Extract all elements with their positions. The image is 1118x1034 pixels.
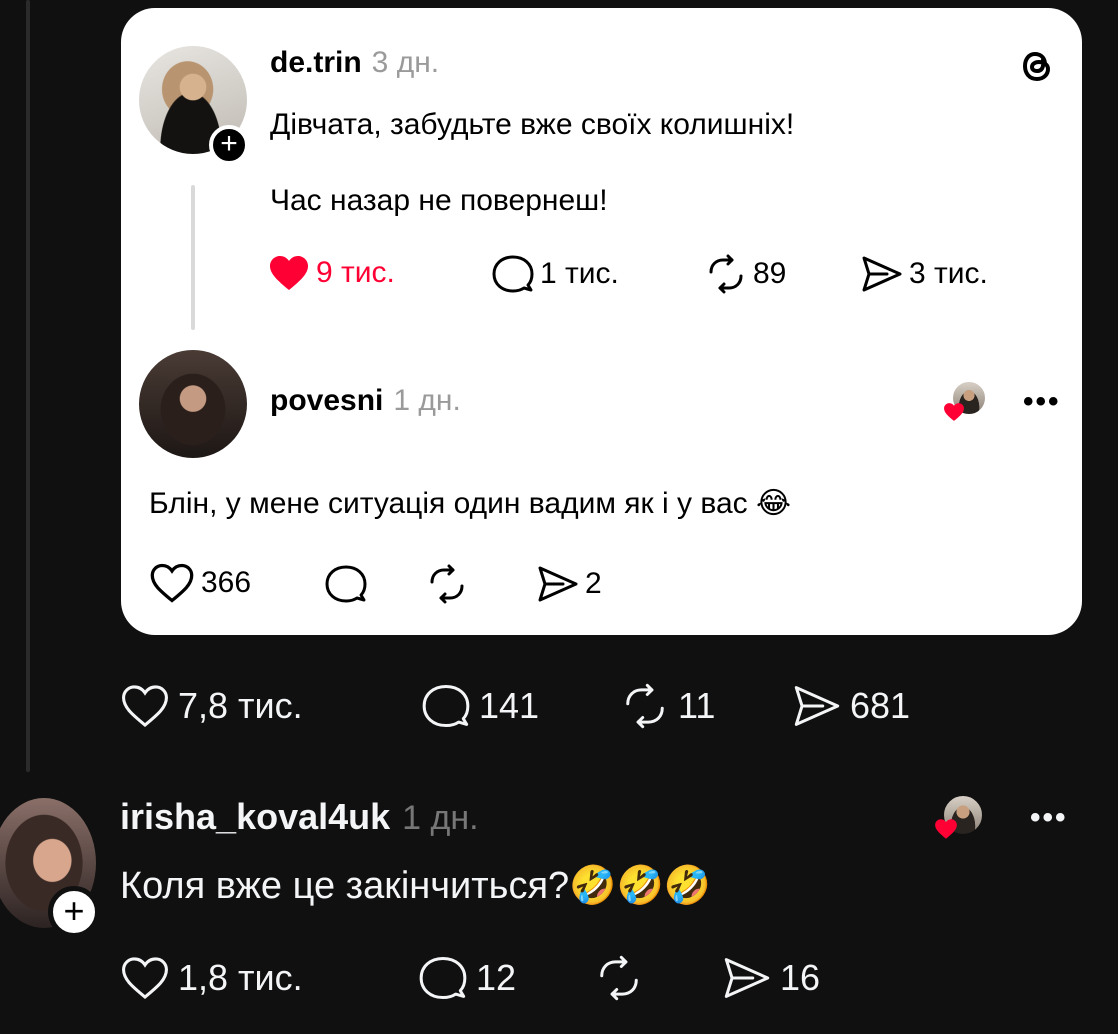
comment-like-button[interactable]: 1,8 тис. xyxy=(120,955,303,1001)
send-icon xyxy=(794,686,840,726)
comment-icon xyxy=(422,684,470,728)
post-like-button[interactable]: 7,8 тис. xyxy=(120,683,303,729)
post-reply-button[interactable]: 141 xyxy=(421,683,539,729)
comment-reply-count: 12 xyxy=(476,957,517,998)
more-options-icon[interactable]: ••• xyxy=(1023,387,1061,417)
more-options-icon[interactable]: ••• xyxy=(1030,803,1068,833)
post-reply-count: 141 xyxy=(479,685,540,726)
post-text-line1: Дівчата, забудьте вже своїх колишніх! xyxy=(270,108,795,141)
follow-plus-icon[interactable]: + xyxy=(209,125,249,165)
post-header: de.trin 3 дн. xyxy=(270,46,439,80)
reply-share-button[interactable]: 2 xyxy=(537,564,602,604)
reply-count: 1 тис. xyxy=(540,257,619,290)
repost-icon xyxy=(709,254,743,294)
post-share-count: 681 xyxy=(850,685,911,726)
heart-filled-icon xyxy=(944,403,964,421)
heart-filled-icon xyxy=(935,819,957,839)
reply-username[interactable]: povesni xyxy=(270,384,383,418)
reply-text: Блін, у мене ситуація один вадим як і у … xyxy=(149,487,792,520)
post-timestamp: 3 дн. xyxy=(371,46,440,79)
reply-button[interactable]: 1 тис. xyxy=(492,254,619,294)
quoted-post-card[interactable]: + de.trin 3 дн. Дівчата, забудьте вже св… xyxy=(121,8,1082,635)
heart-outline-icon xyxy=(122,685,168,728)
comment-reply-button[interactable]: 12 xyxy=(418,955,516,1001)
reply-repost-button[interactable] xyxy=(426,564,468,604)
reply-timestamp: 1 дн. xyxy=(393,384,461,417)
heart-outline-icon xyxy=(150,563,194,603)
send-icon xyxy=(724,958,770,998)
send-icon xyxy=(538,566,578,602)
reply-comment-button[interactable] xyxy=(325,564,367,604)
like-button[interactable]: 9 тис. xyxy=(268,254,395,292)
heart-filled-icon xyxy=(270,256,308,290)
comment-header: irisha_koval4uk 1 дн. xyxy=(120,796,479,838)
share-button[interactable]: 3 тис. xyxy=(861,254,988,294)
comment-repost-button[interactable] xyxy=(594,955,644,1001)
comment-username[interactable]: irisha_koval4uk xyxy=(120,796,390,838)
post-repost-count: 11 xyxy=(678,685,716,726)
send-icon xyxy=(862,256,902,292)
post-like-count: 7,8 тис. xyxy=(178,685,303,726)
repost-button[interactable]: 89 xyxy=(705,254,786,294)
avatar-povesni[interactable] xyxy=(139,350,247,458)
reply-connector-line xyxy=(191,185,195,330)
comment-text: Коля вже це закінчиться?🤣🤣🤣 xyxy=(120,865,712,907)
comment-icon xyxy=(492,255,534,293)
liked-by-author-indicator xyxy=(943,380,987,424)
post-share-button[interactable]: 681 xyxy=(792,683,910,729)
thread-connector-line xyxy=(26,0,30,772)
repost-count: 89 xyxy=(753,257,787,290)
like-count: 9 тис. xyxy=(316,256,395,289)
comment-icon xyxy=(325,565,367,603)
comment-timestamp: 1 дн. xyxy=(402,799,479,837)
share-count: 3 тис. xyxy=(909,257,988,290)
threads-logo-icon xyxy=(1020,46,1056,91)
heart-outline-icon xyxy=(122,957,168,1000)
comment-share-button[interactable]: 16 xyxy=(722,955,820,1001)
follow-plus-icon[interactable]: + xyxy=(48,886,100,938)
reply-header: povesni 1 дн. xyxy=(270,384,461,418)
post-repost-button[interactable]: 11 xyxy=(620,683,715,729)
comment-share-count: 16 xyxy=(780,957,821,998)
comment-like-count: 1,8 тис. xyxy=(178,957,303,998)
liked-by-author-indicator xyxy=(934,794,984,842)
post-username[interactable]: de.trin xyxy=(270,46,362,80)
comment-icon xyxy=(419,956,467,1000)
repost-icon xyxy=(600,955,638,1001)
repost-icon xyxy=(430,564,464,604)
post-text-line2: Час назар не повернеш! xyxy=(270,184,608,217)
reply-share-count: 2 xyxy=(585,567,602,600)
reply-like-button[interactable]: 366 xyxy=(149,562,251,604)
repost-icon xyxy=(626,683,664,729)
reply-like-count: 366 xyxy=(201,566,252,599)
